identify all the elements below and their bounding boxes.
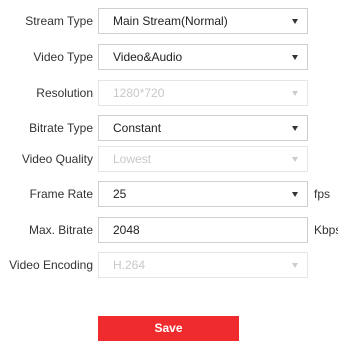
video-quality-select: Lowest xyxy=(98,146,308,172)
stream-type-row: Stream Type Main Stream(Normal) xyxy=(0,8,338,34)
video-quality-label: Video Quality xyxy=(21,152,93,166)
max-bitrate-label: Max. Bitrate xyxy=(28,223,93,237)
video-encoding-row: Video Encoding H.264 xyxy=(0,252,338,278)
save-button[interactable]: Save xyxy=(98,316,239,341)
frame-rate-value: 25 xyxy=(113,187,127,201)
resolution-label: Resolution xyxy=(36,86,93,100)
resolution-value: 1280*720 xyxy=(113,86,165,100)
resolution-select: 1280*720 xyxy=(98,80,308,106)
video-encoding-label: Video Encoding xyxy=(9,258,93,272)
video-quality-row: Video Quality Lowest xyxy=(0,146,338,172)
frame-rate-row: Frame Rate 25 fps xyxy=(0,181,338,207)
stream-type-label: Stream Type xyxy=(25,14,93,28)
max-bitrate-unit: Kbps xyxy=(314,223,338,237)
bitrate-type-row: Bitrate Type Constant xyxy=(0,115,338,141)
bitrate-type-value: Constant xyxy=(113,121,162,135)
video-encoding-select: H.264 xyxy=(98,252,308,278)
video-encoding-value: H.264 xyxy=(113,258,146,272)
max-bitrate-value: 2048 xyxy=(113,223,140,237)
chevron-down-icon xyxy=(292,126,298,131)
chevron-down-icon xyxy=(292,91,298,96)
max-bitrate-input[interactable]: 2048 xyxy=(98,217,308,243)
chevron-down-icon xyxy=(292,263,298,268)
frame-rate-select[interactable]: 25 xyxy=(98,181,308,207)
stream-type-select[interactable]: Main Stream(Normal) xyxy=(98,8,308,34)
video-type-label: Video Type xyxy=(33,50,93,64)
frame-rate-unit: fps xyxy=(314,187,331,201)
chevron-down-icon xyxy=(292,19,298,24)
max-bitrate-row: Max. Bitrate 2048 Kbps xyxy=(0,217,338,243)
video-type-select[interactable]: Video&Audio xyxy=(98,44,308,70)
chevron-down-icon xyxy=(292,157,298,162)
bitrate-type-select[interactable]: Constant xyxy=(98,115,308,141)
chevron-down-icon xyxy=(292,192,298,197)
frame-rate-label: Frame Rate xyxy=(29,187,93,201)
resolution-row: Resolution 1280*720 xyxy=(0,80,338,106)
bitrate-type-label: Bitrate Type xyxy=(29,121,93,135)
video-type-row: Video Type Video&Audio xyxy=(0,44,338,70)
chevron-down-icon xyxy=(292,55,298,60)
video-quality-value: Lowest xyxy=(113,152,152,166)
video-type-value: Video&Audio xyxy=(113,50,183,64)
stream-type-value: Main Stream(Normal) xyxy=(113,14,228,28)
